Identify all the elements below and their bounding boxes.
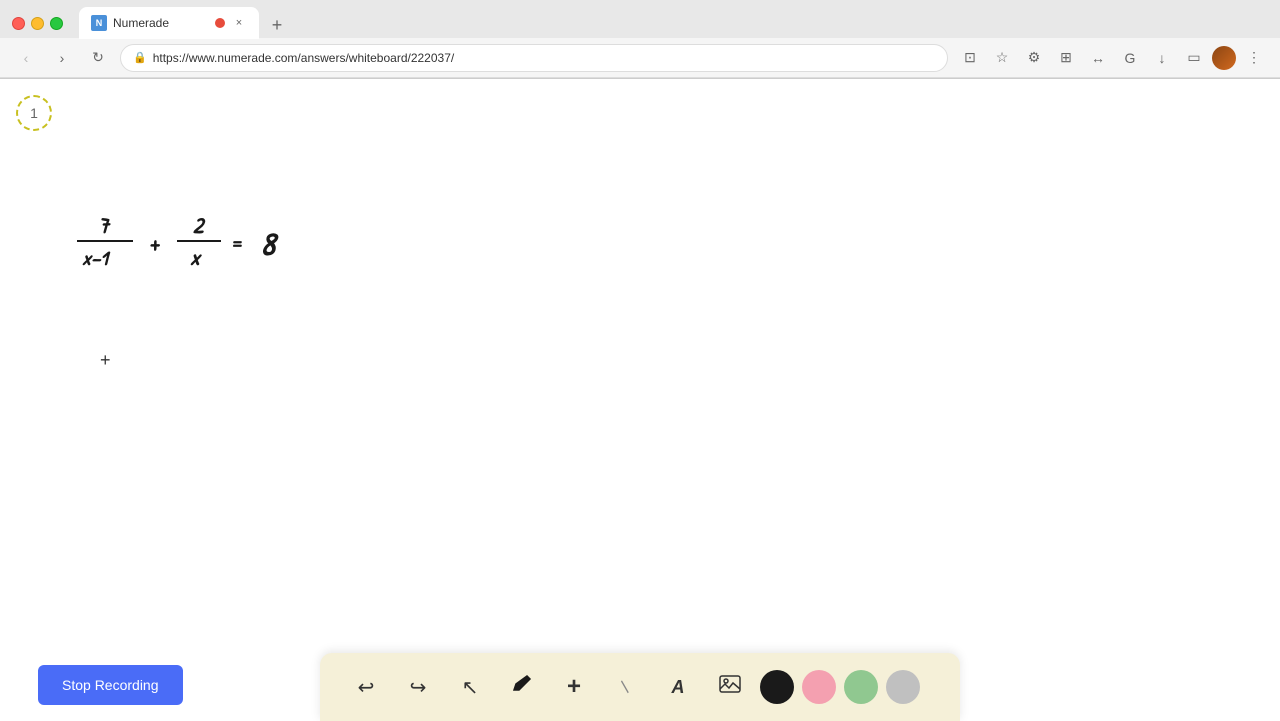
title-bar: N Numerade × + — [0, 0, 1280, 38]
minimize-button[interactable] — [31, 17, 44, 30]
cursor-icon: ↖ — [462, 675, 479, 700]
grammarly-icon[interactable]: G — [1116, 44, 1144, 72]
toolbar: ↩ ↪ ↖ + — [320, 653, 960, 721]
close-button[interactable] — [12, 17, 25, 30]
redo-icon: ↪ — [410, 675, 427, 700]
color-green-button[interactable] — [844, 670, 878, 704]
text-button[interactable]: A — [656, 665, 700, 709]
pen-icon — [511, 673, 533, 701]
sync-icon[interactable]: ↔ — [1084, 44, 1112, 72]
browser-chrome: N Numerade × + ‹ › ↻ 🔒 https://www.numer… — [0, 0, 1280, 79]
back-button[interactable]: ‹ — [12, 44, 40, 72]
user-avatar[interactable] — [1212, 46, 1236, 70]
whiteboard-area[interactable]: 1 7 x−1 + 2 x — [0, 79, 1280, 721]
image-button[interactable] — [708, 665, 752, 709]
address-bar[interactable]: 🔒 https://www.numerade.com/answers/white… — [120, 44, 948, 72]
menu-button[interactable]: ⋮ — [1240, 44, 1268, 72]
cast-icon[interactable]: ⊡ — [956, 44, 984, 72]
download-icon[interactable]: ↓ — [1148, 44, 1176, 72]
math-equation: 7 x−1 + 2 x = 8 — [65, 209, 355, 294]
svg-text:+: + — [150, 228, 161, 258]
svg-text:2: 2 — [193, 210, 206, 240]
cursor-button[interactable]: ↖ — [448, 665, 492, 709]
text-icon: A — [672, 677, 685, 698]
plus-icon: + — [567, 673, 581, 701]
svg-text:x: x — [190, 242, 202, 272]
svg-text:x−1: x−1 — [82, 245, 111, 272]
color-gray-button[interactable] — [886, 670, 920, 704]
recording-indicator — [215, 18, 225, 28]
main-content: 1 7 x−1 + 2 x — [0, 79, 1280, 721]
url-text: https://www.numerade.com/answers/whitebo… — [153, 51, 935, 65]
extensions-icon[interactable]: ⚙ — [1020, 44, 1048, 72]
svg-text:8: 8 — [261, 222, 279, 265]
page-indicator: 1 — [16, 95, 52, 131]
pen-button[interactable] — [500, 665, 544, 709]
tabs-bar: N Numerade × + — [79, 7, 1268, 39]
reload-button[interactable]: ↻ — [84, 44, 112, 72]
svg-text:7: 7 — [98, 210, 111, 240]
lock-icon: 🔒 — [133, 51, 147, 64]
maximize-button[interactable] — [50, 17, 63, 30]
split-view-icon[interactable]: ▭ — [1180, 44, 1208, 72]
undo-button[interactable]: ↩ — [344, 665, 388, 709]
page-number: 1 — [30, 105, 38, 121]
eraser-button[interactable]: / — [604, 665, 648, 709]
eraser-icon: / — [617, 678, 635, 696]
nav-bar: ‹ › ↻ 🔒 https://www.numerade.com/answers… — [0, 38, 1280, 78]
color-black-button[interactable] — [760, 670, 794, 704]
apps-icon[interactable]: ⊞ — [1052, 44, 1080, 72]
image-icon — [718, 672, 742, 702]
new-tab-button[interactable]: + — [263, 11, 291, 39]
svg-text:=: = — [231, 228, 244, 258]
nav-right-icons: ⊡ ☆ ⚙ ⊞ ↔ G ↓ ▭ ⋮ — [956, 44, 1268, 72]
color-pink-button[interactable] — [802, 670, 836, 704]
redo-button[interactable]: ↪ — [396, 665, 440, 709]
active-tab[interactable]: N Numerade × — [79, 7, 259, 39]
bookmark-icon[interactable]: ☆ — [988, 44, 1016, 72]
undo-icon: ↩ — [358, 675, 375, 700]
tab-title: Numerade — [113, 16, 209, 30]
forward-button[interactable]: › — [48, 44, 76, 72]
traffic-lights — [12, 17, 63, 30]
add-element-button[interactable]: + — [552, 665, 596, 709]
whiteboard-add-content[interactable]: + — [100, 351, 111, 369]
tab-close-button[interactable]: × — [231, 15, 247, 31]
tab-favicon: N — [91, 15, 107, 31]
stop-recording-button[interactable]: Stop Recording — [38, 665, 183, 705]
